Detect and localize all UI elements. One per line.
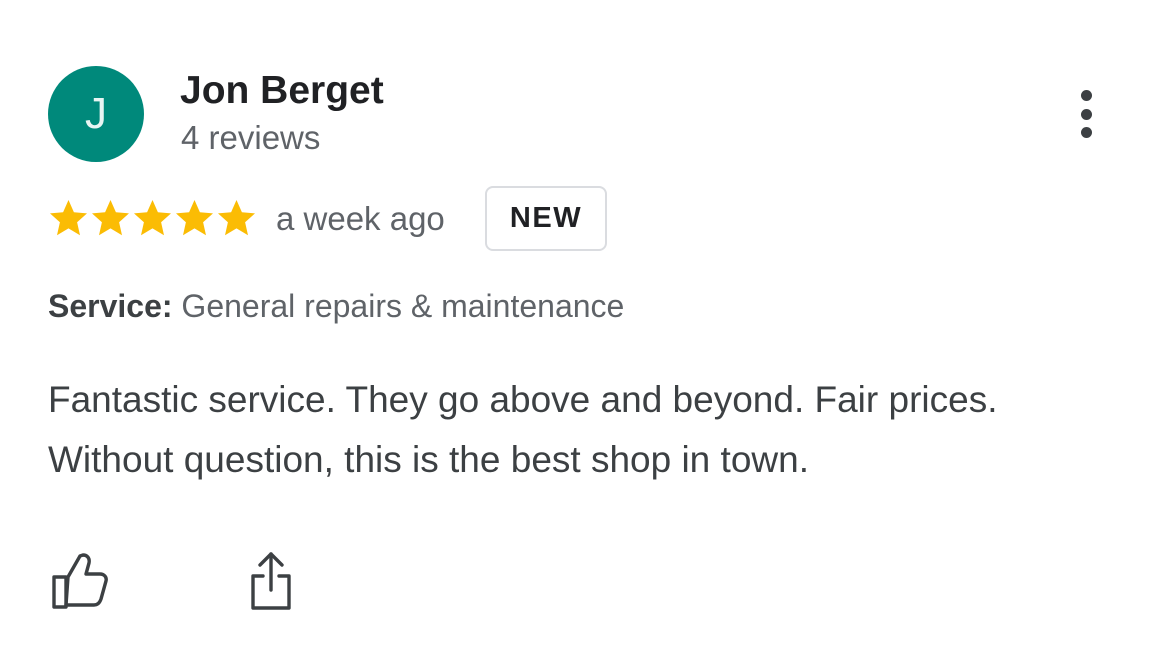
share-icon: [251, 552, 291, 610]
reviewer-review-count[interactable]: 4 reviews: [181, 118, 320, 158]
more-vert-icon-dot: [1080, 108, 1092, 120]
more-vert-icon: [1080, 90, 1092, 101]
review-text: Fantastic service. They go above and bey…: [48, 379, 998, 480]
share-button[interactable]: [236, 546, 306, 616]
star-icon: [92, 200, 129, 236]
more-vert-icon-dot: [1080, 127, 1092, 138]
star-rating: [48, 198, 257, 240]
reviewer-name[interactable]: Jon Berget: [180, 68, 384, 114]
star-icon: [218, 200, 255, 236]
more-options-button[interactable]: [1062, 84, 1110, 144]
thumbs-up-icon: [52, 553, 108, 609]
service-line: Service: General repairs & maintenance: [48, 286, 624, 326]
star-icon: [134, 200, 171, 236]
service-label: Service:: [48, 288, 173, 324]
star-icon: [50, 200, 87, 236]
avatar[interactable]: J: [48, 66, 144, 162]
avatar-initial: J: [85, 89, 107, 138]
new-badge: NEW: [485, 186, 607, 251]
like-button[interactable]: [44, 546, 114, 616]
star-icon: [176, 200, 213, 236]
service-value: General repairs & maintenance: [181, 288, 625, 324]
review-time: a week ago: [276, 200, 445, 237]
review-card: J Jon Berget 4 reviews a week ago NEW Se…: [0, 0, 1170, 655]
